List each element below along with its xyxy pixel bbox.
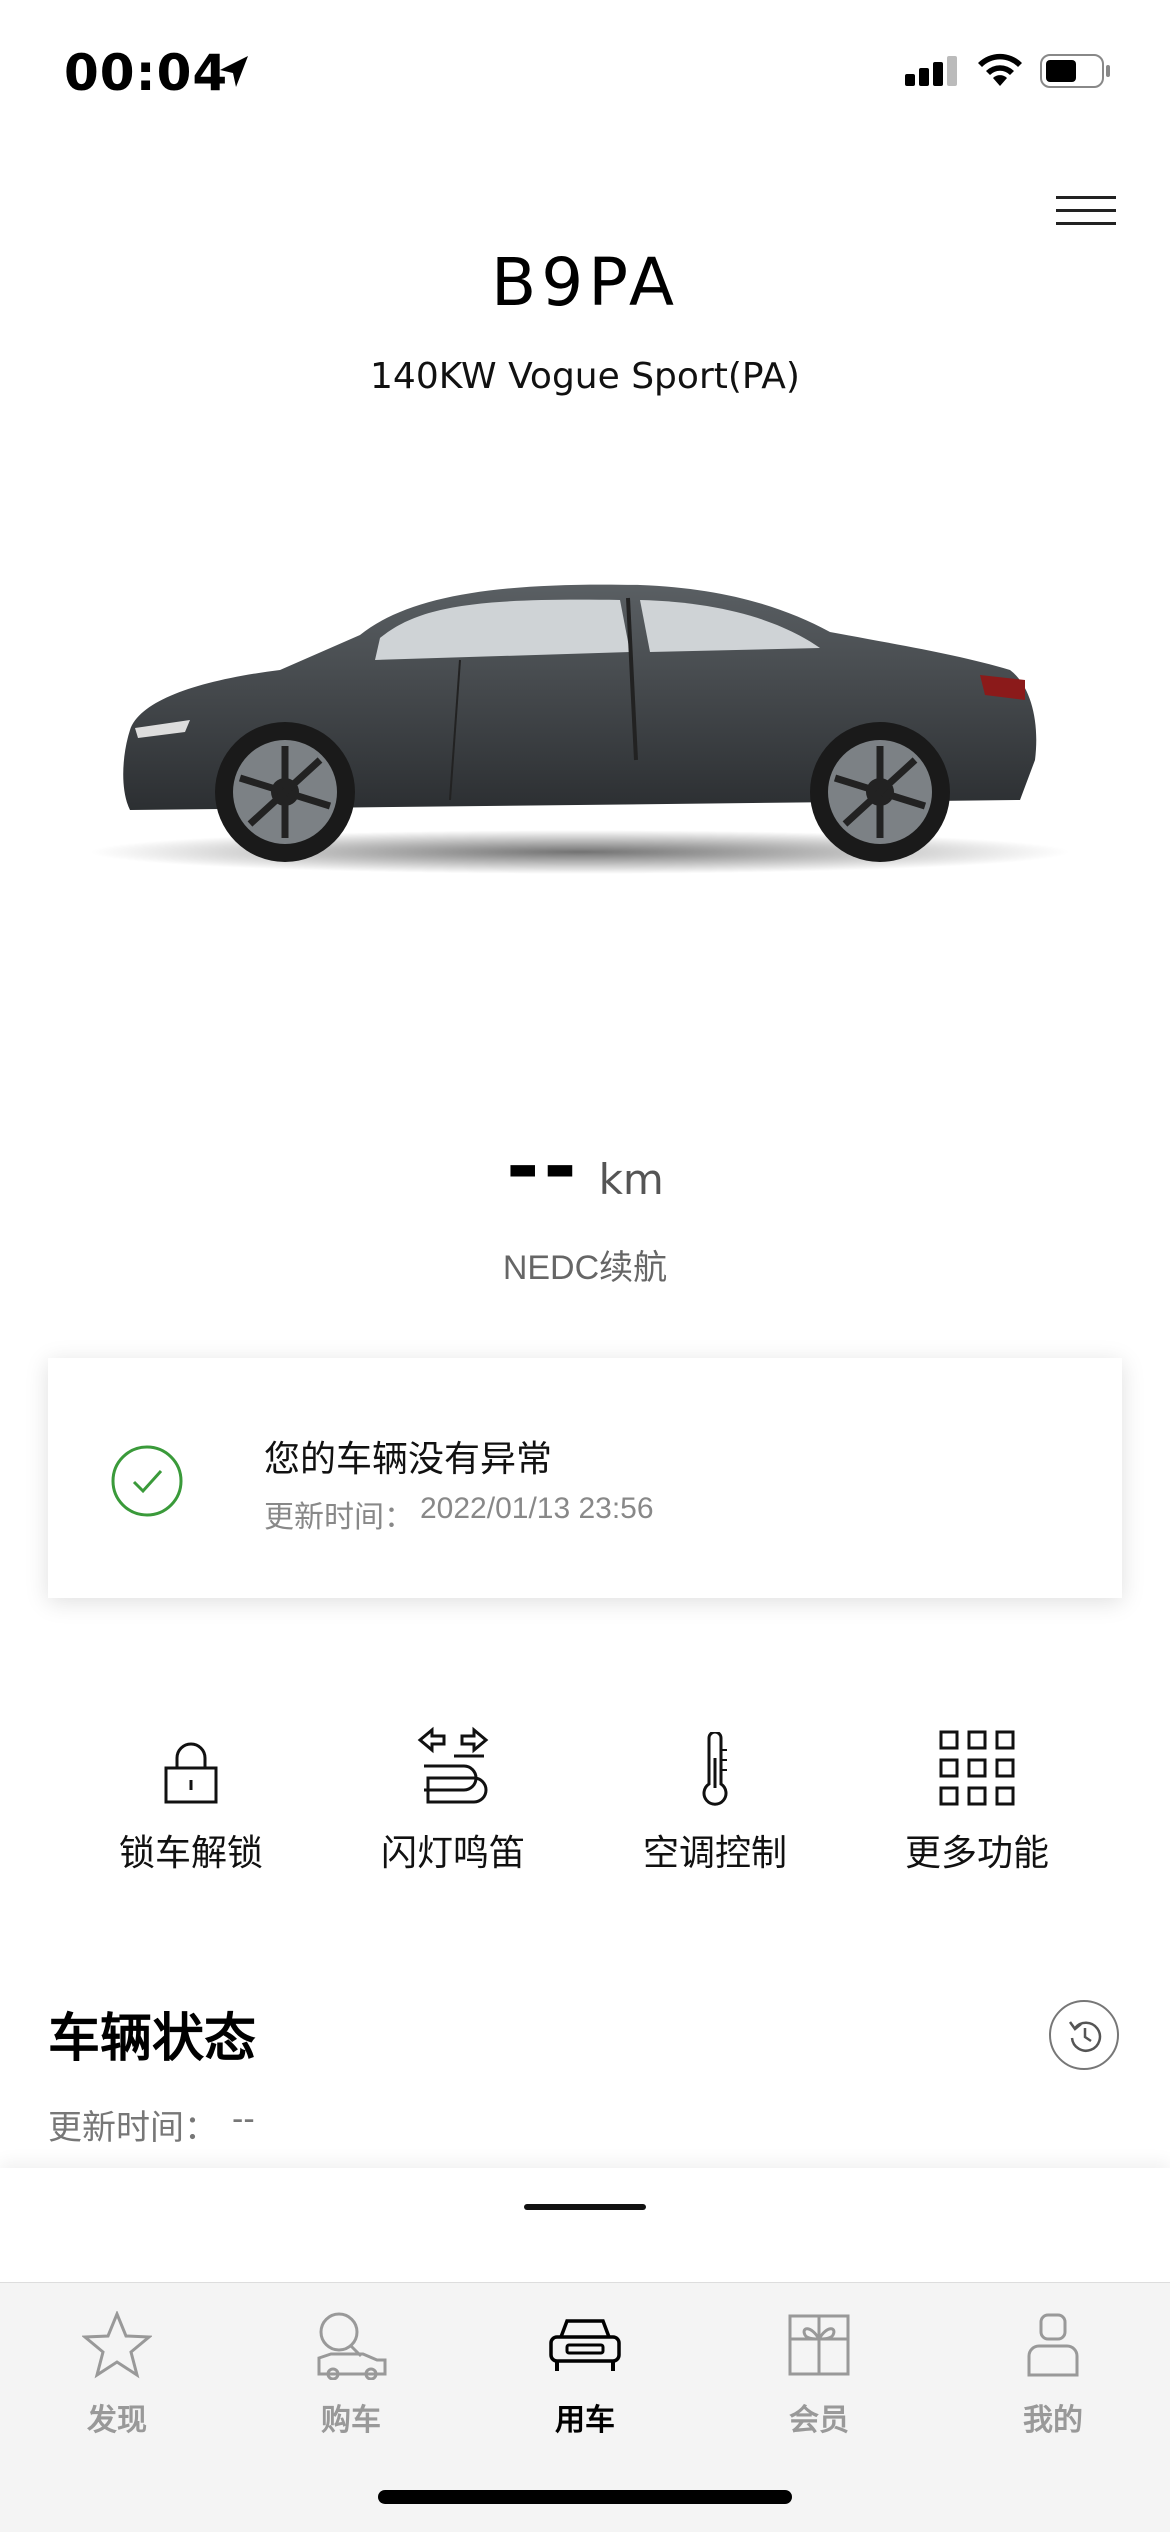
gift-icon [788,2314,850,2376]
location-arrow-icon [220,56,248,87]
tab-discover[interactable]: 发现 [0,2301,234,2451]
tab-label: 用车 [555,2404,615,2437]
health-update-label: 更新时间： [264,1501,414,1534]
range-value: -- [506,1120,581,1213]
hamburger-icon [1056,196,1116,199]
vehicle-status-title: 车辆状态 [48,2010,257,2068]
hamburger-line [1056,209,1116,212]
action-label: 空调控制 [642,1832,787,1873]
tab-label: 发现 [87,2404,147,2437]
wifi-icon [978,53,1022,86]
flash-horn-icon [417,1726,489,1804]
refresh-button[interactable] [1049,2000,1119,2070]
vehicle-model: 140KW Vogue Sport(PA) [370,356,800,397]
climate-control-button[interactable]: 空调控制 [584,1720,846,1880]
range-unit: km [598,1155,664,1204]
menu-button[interactable] [1056,196,1116,232]
tab-buy-car[interactable]: 购车 [234,2301,468,2451]
health-update-time: 2022/01/13 23:56 [420,1492,654,1525]
quick-actions: 锁车解锁 闪灯鸣笛 空调控制 更多功能 [0,1720,1170,1880]
battery-icon [1040,54,1110,88]
sheet-drag-handle[interactable] [524,2204,646,2210]
thermometer-icon [702,1732,728,1806]
vehicle-status-update-time: -- [232,2100,255,2138]
status-time: 00:04 [64,44,229,102]
grid-icon [939,1730,1015,1806]
action-label: 闪灯鸣笛 [380,1832,525,1873]
range-display: -- km [0,1120,1170,1213]
action-label: 更多功能 [904,1832,1049,1873]
flash-horn-button[interactable]: 闪灯鸣笛 [322,1720,584,1880]
lock-icon [164,1742,218,1804]
home-indicator [378,2490,792,2504]
lock-unlock-button[interactable]: 锁车解锁 [60,1720,322,1880]
vehicle-health-card[interactable]: 您的车辆没有异常 更新时间： 2022/01/13 23:56 [48,1358,1122,1598]
refresh-icon [1068,2021,1102,2052]
tab-membership[interactable]: 会员 [702,2301,936,2451]
tab-label: 会员 [789,2404,849,2437]
hamburger-line [1056,222,1116,225]
car-search-icon [317,2312,387,2380]
vehicle-status-update-label: 更新时间： [48,2109,218,2147]
cellular-signal-icon [905,56,957,86]
tab-label: 我的 [1023,2404,1083,2437]
range-label: NEDC续航 [502,1249,668,1287]
car-image [90,584,1070,874]
vehicle-name: B9PA [491,244,679,321]
check-circle-icon [111,1445,183,1517]
user-icon [1027,2313,1079,2377]
tab-profile[interactable]: 我的 [936,2301,1170,2451]
car-front-icon [549,2319,621,2371]
status-bar: 00:04 [0,0,1170,150]
more-functions-button[interactable]: 更多功能 [846,1720,1108,1880]
tab-label: 购车 [321,2404,381,2437]
action-label: 锁车解锁 [118,1832,263,1873]
star-icon [82,2311,152,2379]
health-status-text: 您的车辆没有异常 [264,1438,553,1479]
tab-use-car[interactable]: 用车 [468,2301,702,2451]
bottom-sheet[interactable] [0,2168,1170,2283]
